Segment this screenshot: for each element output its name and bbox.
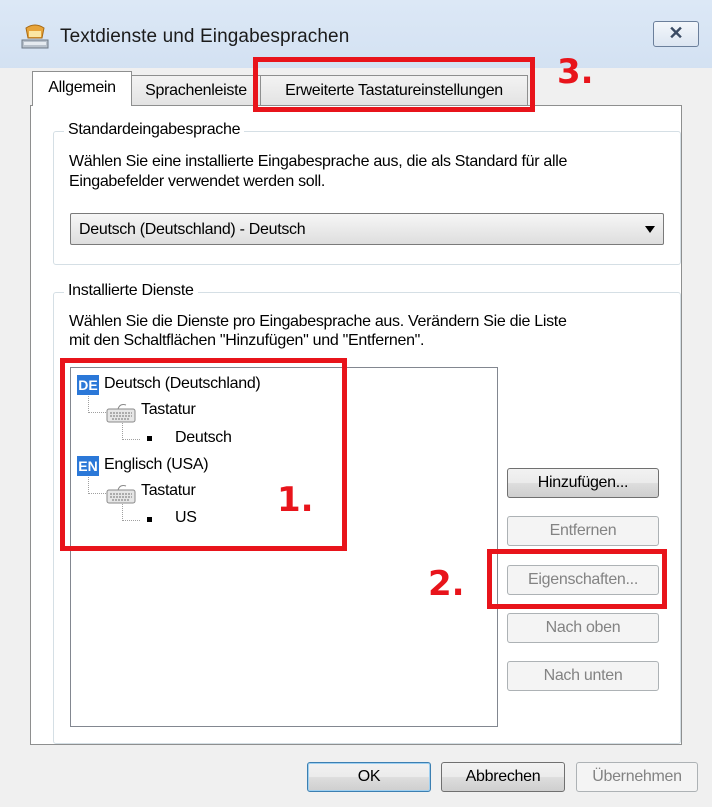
- move-up-button[interactable]: Nach oben: [507, 613, 659, 643]
- window-title: Textdienste und Eingabesprachen: [60, 26, 350, 47]
- installed-services-group-label: Installierte Dienste: [64, 282, 198, 300]
- move-down-button[interactable]: Nach unten: [507, 661, 659, 691]
- installed-services-description-2: mit den Schaltflächen "Hinzufügen" und "…: [69, 332, 425, 349]
- add-button[interactable]: Hinzufügen...: [507, 468, 659, 498]
- dialog-window: Textdienste und Eingabesprachen ✕ Allgem…: [0, 0, 712, 807]
- annotation-number-1: 1.: [277, 480, 314, 520]
- default-language-selected: Deutsch (Deutschland) - Deutsch: [79, 221, 306, 238]
- default-language-description-2: Eingabefelder verwendet werden soll.: [69, 173, 326, 190]
- tab-allgemein[interactable]: Allgemein: [32, 71, 132, 106]
- default-language-description-1: Wählen Sie eine installierte Eingabespra…: [69, 153, 568, 170]
- annotation-box-1: [60, 358, 347, 551]
- text-services-icon: [21, 24, 49, 49]
- annotation-number-2: 2.: [428, 564, 465, 604]
- chevron-down-icon: [645, 226, 655, 233]
- default-language-dropdown[interactable]: Deutsch (Deutschland) - Deutsch: [70, 213, 664, 245]
- remove-button[interactable]: Entfernen: [507, 516, 659, 546]
- cancel-button[interactable]: Abbrechen: [441, 762, 565, 792]
- tab-sprachenleiste[interactable]: Sprachenleiste: [131, 75, 261, 105]
- apply-button[interactable]: Übernehmen: [576, 762, 698, 792]
- close-icon: ✕: [668, 23, 684, 43]
- ok-button[interactable]: OK: [307, 762, 431, 792]
- default-language-group-label: Standardeingabesprache: [64, 121, 245, 139]
- close-button[interactable]: ✕: [653, 21, 699, 47]
- installed-services-description-1: Wählen Sie die Dienste pro Eingabesprach…: [69, 313, 567, 330]
- annotation-box-3: [253, 57, 535, 112]
- annotation-box-2: [487, 549, 667, 609]
- annotation-number-3: 3.: [557, 52, 594, 92]
